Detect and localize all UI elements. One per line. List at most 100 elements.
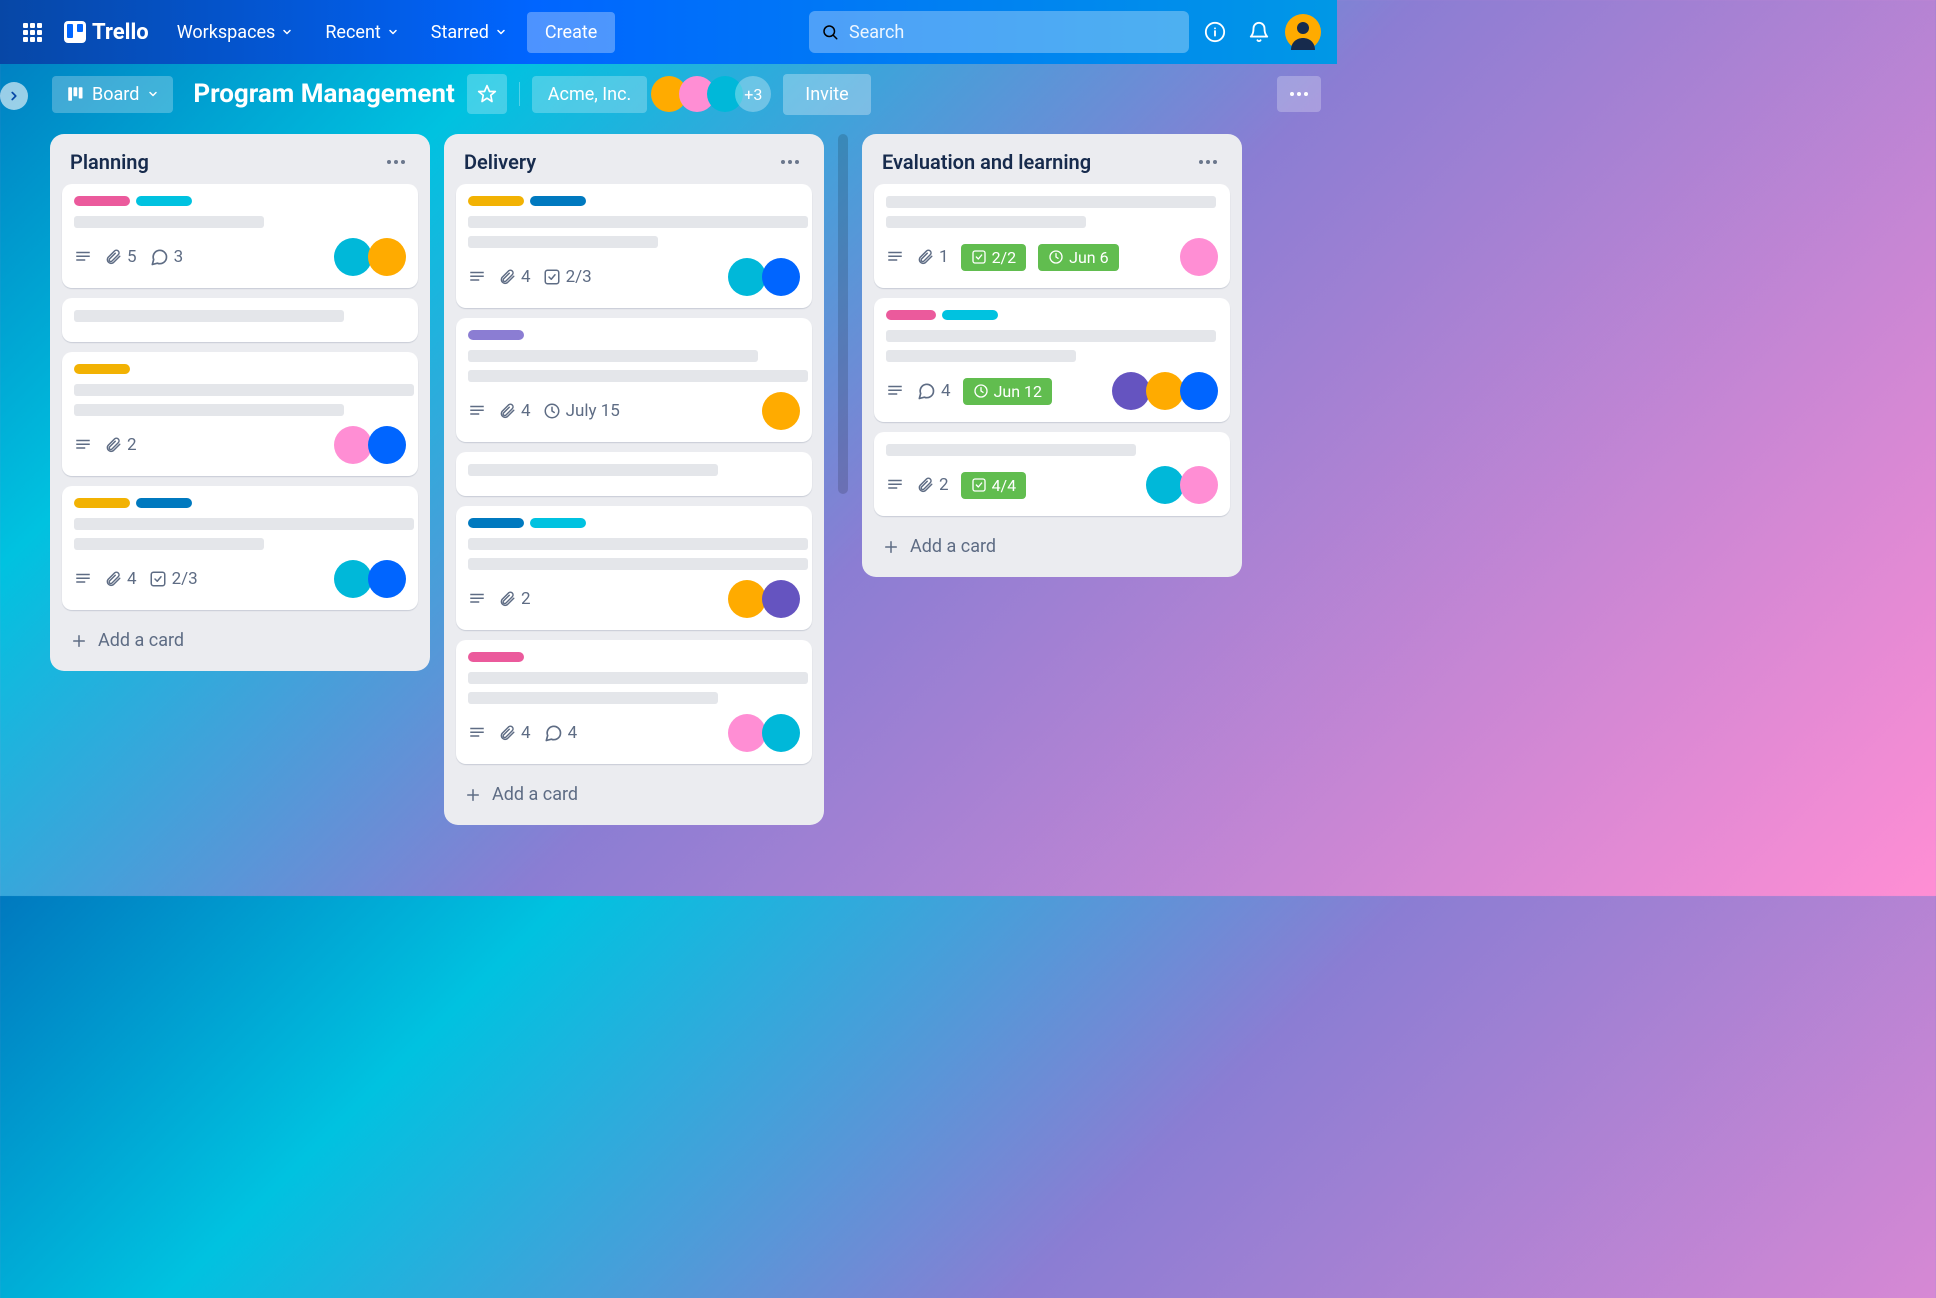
add-card-button[interactable]: Add a card (452, 774, 816, 815)
card-member-avatar[interactable] (1146, 466, 1184, 504)
card-label[interactable] (468, 652, 524, 662)
card-label[interactable] (468, 196, 524, 206)
search-bar[interactable] (809, 11, 1189, 53)
card-member-avatar[interactable] (1180, 372, 1218, 410)
board-bar: Board Program Management Acme, Inc. +3 I… (0, 64, 1337, 124)
workspace-label[interactable]: Acme, Inc. (532, 76, 648, 113)
card-badges: 42/3 (468, 267, 592, 287)
recent-menu[interactable]: Recent (313, 14, 410, 51)
card-label[interactable] (530, 196, 586, 206)
workspaces-menu[interactable]: Workspaces (165, 14, 306, 51)
card-member-avatar[interactable] (728, 580, 766, 618)
board-view-switcher[interactable]: Board (52, 76, 173, 113)
list-scrollbar[interactable] (838, 134, 848, 494)
due-date-complete-badge: Jun 6 (1038, 244, 1118, 271)
card-badges: 2 (74, 435, 137, 455)
avatar-icon (1285, 14, 1321, 50)
starred-menu[interactable]: Starred (419, 14, 519, 51)
card-label[interactable] (942, 310, 998, 320)
card-label[interactable] (886, 310, 936, 320)
card-text-placeholder (886, 350, 1076, 362)
attachment-badge: 2 (498, 589, 531, 609)
add-card-label: Add a card (910, 536, 996, 557)
card-member-avatar[interactable] (368, 238, 406, 276)
list-menu-button[interactable] (776, 155, 804, 169)
card[interactable] (62, 298, 418, 342)
card-label[interactable] (74, 364, 130, 374)
card[interactable] (456, 452, 812, 496)
card-label[interactable] (74, 196, 130, 206)
list-title[interactable]: Planning (70, 150, 149, 174)
trello-logo[interactable]: Trello (56, 20, 157, 45)
card-members (338, 560, 406, 598)
card-member-avatar[interactable] (1180, 466, 1218, 504)
card-member-avatar[interactable] (334, 426, 372, 464)
card-member-avatar[interactable] (1146, 372, 1184, 410)
info-button[interactable] (1197, 14, 1233, 50)
card-member-avatar[interactable] (762, 258, 800, 296)
add-card-button[interactable]: Add a card (58, 620, 422, 661)
board-icon (66, 85, 84, 103)
card-text-placeholder (468, 538, 808, 550)
list-menu-button[interactable] (382, 155, 410, 169)
card[interactable]: 42/3 (456, 184, 812, 308)
card[interactable]: 44 (456, 640, 812, 764)
card-member-avatar[interactable] (762, 392, 800, 430)
card-badges: 12/2Jun 6 (886, 244, 1119, 271)
attachment-badge: 1 (916, 247, 949, 267)
card-member-avatar[interactable] (728, 714, 766, 752)
card[interactable]: 42/3 (62, 486, 418, 610)
card-member-avatar[interactable] (334, 238, 372, 276)
card-label[interactable] (74, 498, 130, 508)
create-button[interactable]: Create (527, 12, 615, 53)
card-label[interactable] (530, 518, 586, 528)
board-menu-button[interactable] (1277, 76, 1321, 112)
description-badge (468, 268, 486, 286)
card-text-placeholder (886, 196, 1216, 208)
card-label[interactable] (468, 518, 524, 528)
card[interactable]: 2 (62, 352, 418, 476)
card-members (338, 426, 406, 464)
card[interactable]: 53 (62, 184, 418, 288)
card-labels (74, 498, 406, 508)
card[interactable]: 24/4 (874, 432, 1230, 516)
card-members (1116, 372, 1218, 410)
card-member-avatar[interactable] (762, 580, 800, 618)
card-member-avatar[interactable] (728, 258, 766, 296)
list-title[interactable]: Delivery (464, 150, 536, 174)
card-label[interactable] (468, 330, 524, 340)
more-members-button[interactable]: +3 (735, 76, 771, 112)
sidebar-toggle[interactable] (0, 82, 28, 110)
card-labels (74, 196, 406, 206)
card-member-avatar[interactable] (368, 426, 406, 464)
card[interactable]: 4July 15 (456, 318, 812, 442)
card-members (732, 580, 800, 618)
card-member-avatar[interactable] (368, 560, 406, 598)
more-icon (1289, 91, 1309, 97)
card-label[interactable] (136, 196, 192, 206)
card-member-avatar[interactable] (762, 714, 800, 752)
trello-logo-icon (64, 21, 86, 43)
card[interactable]: 12/2Jun 6 (874, 184, 1230, 288)
apps-menu-button[interactable] (16, 16, 48, 48)
list-menu-button[interactable] (1194, 155, 1222, 169)
board-title[interactable]: Program Management (193, 79, 454, 109)
card[interactable]: 2 (456, 506, 812, 630)
add-card-button[interactable]: Add a card (870, 526, 1234, 567)
card-label[interactable] (136, 498, 192, 508)
invite-button[interactable]: Invite (783, 74, 870, 115)
star-board-button[interactable] (467, 74, 507, 114)
card-members (1150, 466, 1218, 504)
card-member-avatar[interactable] (1180, 238, 1218, 276)
list: Delivery 42/3 4July 15 2 44 Add a card (444, 134, 824, 825)
list-title[interactable]: Evaluation and learning (882, 150, 1091, 174)
bell-icon (1248, 21, 1270, 43)
notifications-button[interactable] (1241, 14, 1277, 50)
search-input[interactable] (849, 22, 1177, 43)
user-avatar[interactable] (1285, 14, 1321, 50)
chevron-down-icon (387, 26, 399, 38)
card-member-avatar[interactable] (334, 560, 372, 598)
logo-text: Trello (92, 20, 149, 45)
card[interactable]: 4Jun 12 (874, 298, 1230, 422)
card-member-avatar[interactable] (1112, 372, 1150, 410)
